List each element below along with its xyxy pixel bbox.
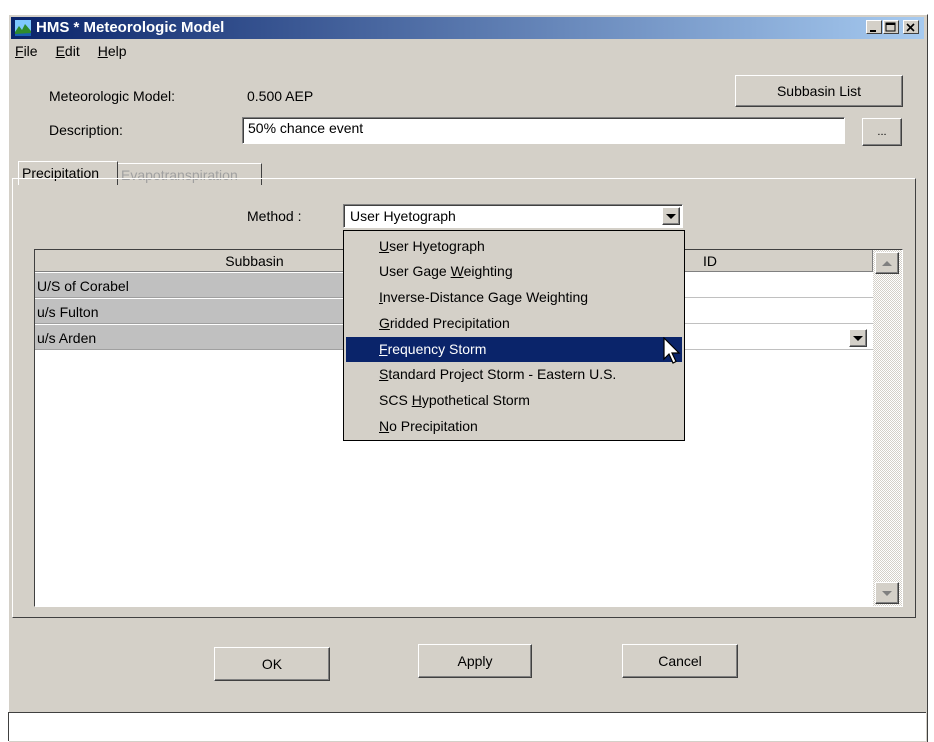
- option-suffix: nverse-Distance Gage Weighting: [382, 289, 589, 305]
- option-suffix: ypothetical Storm: [421, 392, 530, 408]
- option-suffix: requency Storm: [387, 341, 487, 357]
- option-mnemonic: U: [379, 238, 390, 254]
- menu-edit-label: dit: [64, 43, 80, 59]
- method-option-inverse-distance[interactable]: Inverse-Distance Gage Weighting: [346, 285, 682, 310]
- option-mnemonic: W: [450, 263, 464, 279]
- cancel-button[interactable]: Cancel: [622, 644, 738, 678]
- vertical-scrollbar[interactable]: [873, 250, 902, 606]
- option-mnemonic: N: [379, 418, 390, 434]
- method-option-user-hyetograph[interactable]: User Hyetograph: [346, 234, 682, 259]
- status-bar: [8, 712, 926, 741]
- description-browse-button[interactable]: ...: [862, 118, 902, 146]
- menu-bar: File Edit Help: [13, 41, 129, 61]
- method-option-frequency-storm[interactable]: Frequency Storm: [346, 337, 682, 362]
- cancel-label: Cancel: [658, 653, 702, 669]
- apply-label: Apply: [457, 653, 493, 669]
- close-icon: [906, 23, 915, 32]
- option-suffix: ridded Precipitation: [389, 315, 510, 331]
- method-dropdown-list: User Hyetograph User Gage Weighting Inve…: [343, 230, 685, 441]
- menu-help[interactable]: Help: [96, 41, 129, 61]
- method-dropdown-button[interactable]: [662, 207, 680, 225]
- menu-file[interactable]: File: [13, 41, 40, 61]
- option-prefix: User Gage: [379, 263, 451, 279]
- scroll-up-button[interactable]: [875, 252, 899, 274]
- method-option-scs-hypothetical-storm[interactable]: SCS Hypothetical Storm: [346, 388, 682, 413]
- method-option-no-precipitation[interactable]: No Precipitation: [346, 414, 682, 439]
- option-mnemonic: S: [379, 366, 389, 382]
- scroll-down-icon: [882, 590, 892, 596]
- row-subbasin-name: u/s Fulton: [35, 299, 345, 324]
- maximize-icon: [885, 22, 896, 32]
- row-dropdown-button[interactable]: [849, 329, 867, 347]
- description-field[interactable]: 50% chance event: [242, 117, 845, 144]
- minimize-icon: [870, 30, 876, 32]
- scroll-down-button[interactable]: [875, 582, 899, 604]
- menu-help-label: elp: [107, 43, 127, 59]
- minimize-button[interactable]: [866, 20, 882, 34]
- window-title: HMS * Meteorologic Model: [36, 19, 225, 36]
- row-subbasin-name: U/S of Corabel: [35, 273, 345, 298]
- title-bar[interactable]: HMS * Meteorologic Model: [11, 17, 924, 39]
- menu-edit[interactable]: Edit: [54, 41, 82, 61]
- ok-label: OK: [261, 656, 283, 672]
- hms-app-icon: [15, 20, 31, 36]
- menu-help-mnemonic: H: [97, 43, 108, 59]
- row-subbasin-name: u/s Arden: [35, 325, 345, 350]
- method-option-user-gage-weighting[interactable]: User Gage Weighting: [346, 259, 682, 284]
- option-mnemonic: F: [379, 341, 388, 357]
- method-option-gridded-precipitation[interactable]: Gridded Precipitation: [346, 311, 682, 336]
- close-button[interactable]: [903, 20, 919, 34]
- menu-file-label: ile: [23, 43, 38, 59]
- method-label: Method :: [247, 208, 302, 224]
- option-suffix: ser Hyetograph: [389, 238, 485, 254]
- menu-file-mnemonic: F: [15, 43, 24, 59]
- model-value: 0.500 AEP: [247, 88, 314, 104]
- option-mnemonic: G: [379, 315, 390, 331]
- menu-edit-mnemonic: E: [55, 43, 65, 59]
- maximize-button[interactable]: [883, 20, 899, 34]
- subbasin-list-button[interactable]: Subbasin List: [735, 75, 903, 107]
- column-header-id-label: ID: [703, 253, 717, 269]
- apply-button[interactable]: Apply: [418, 644, 532, 678]
- mouse-cursor-icon: [663, 337, 681, 364]
- ok-button[interactable]: OK: [214, 647, 330, 681]
- option-suffix: eighting: [463, 263, 513, 279]
- description-label: Description:: [49, 122, 123, 138]
- chevron-down-icon: [666, 213, 676, 219]
- scroll-up-icon: [882, 260, 892, 266]
- method-select-value: User Hyetograph: [350, 208, 456, 224]
- browse-label: ...: [877, 126, 887, 138]
- chevron-down-icon: [853, 335, 863, 341]
- method-option-standard-project-storm[interactable]: Standard Project Storm - Eastern U.S.: [346, 362, 682, 387]
- method-select[interactable]: User Hyetograph: [343, 204, 683, 228]
- option-prefix: SCS: [379, 392, 412, 408]
- column-header-subbasin-label: Subbasin: [225, 253, 284, 269]
- option-suffix: o Precipitation: [389, 418, 478, 434]
- model-label: Meteorologic Model:: [49, 88, 176, 104]
- option-mnemonic: H: [411, 392, 422, 408]
- option-suffix: tandard Project Storm - Eastern U.S.: [388, 366, 617, 382]
- description-text: 50% chance event: [248, 120, 364, 136]
- subbasin-list-label: Subbasin List: [776, 83, 862, 99]
